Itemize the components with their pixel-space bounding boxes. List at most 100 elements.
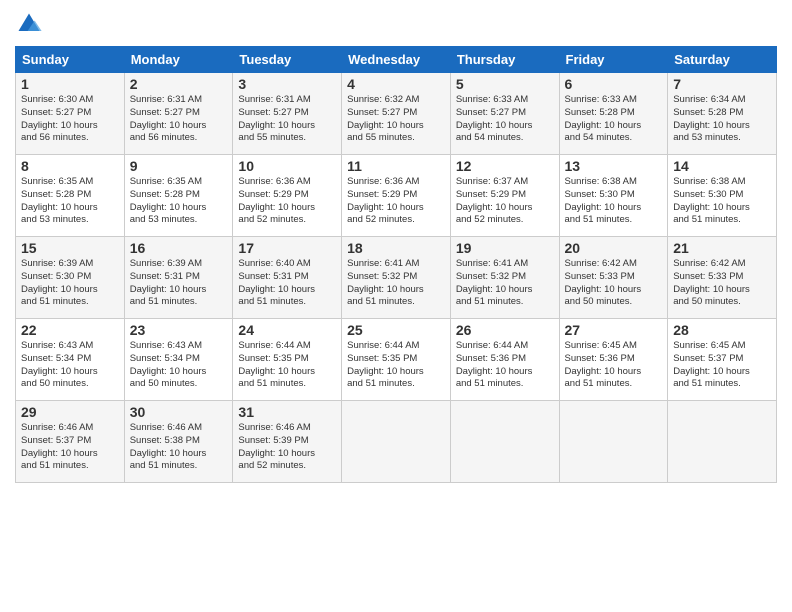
- cell-text: Sunrise: 6:36 AMSunset: 5:29 PMDaylight:…: [347, 176, 445, 227]
- cell-text: Sunrise: 6:41 AMSunset: 5:32 PMDaylight:…: [347, 258, 445, 309]
- calendar-table: SundayMondayTuesdayWednesdayThursdayFrid…: [15, 46, 777, 483]
- cell-text: Sunrise: 6:30 AMSunset: 5:27 PMDaylight:…: [21, 94, 119, 145]
- col-header-friday: Friday: [559, 47, 668, 73]
- cell-text: Sunrise: 6:44 AMSunset: 5:35 PMDaylight:…: [238, 340, 336, 391]
- cell-text: Sunrise: 6:41 AMSunset: 5:32 PMDaylight:…: [456, 258, 554, 309]
- cell-text: Sunrise: 6:46 AMSunset: 5:37 PMDaylight:…: [21, 422, 119, 473]
- calendar-cell: [668, 401, 777, 483]
- logo: [15, 10, 47, 38]
- calendar-cell: 11 Sunrise: 6:36 AMSunset: 5:29 PMDayligh…: [342, 155, 451, 237]
- cell-text: Sunrise: 6:43 AMSunset: 5:34 PMDaylight:…: [21, 340, 119, 391]
- day-number: 11: [347, 158, 445, 174]
- day-number: 28: [673, 322, 771, 338]
- calendar-cell: 10Sunrise: 6:36 AMSunset: 5:29 PMDayligh…: [233, 155, 342, 237]
- calendar-cell: 21Sunrise: 6:42 AMSunset: 5:33 PMDayligh…: [668, 237, 777, 319]
- col-header-thursday: Thursday: [450, 47, 559, 73]
- day-number: 27: [565, 322, 663, 338]
- calendar-cell: 1Sunrise: 6:30 AMSunset: 5:27 PMDaylight…: [16, 73, 125, 155]
- calendar-cell: 6Sunrise: 6:33 AMSunset: 5:28 PMDaylight…: [559, 73, 668, 155]
- calendar-cell: 15 Sunrise: 6:39 AMSunset: 5:30 PMDayligh…: [16, 237, 125, 319]
- cell-text: Sunrise: 6:36 AMSunset: 5:29 PMDaylight:…: [238, 176, 336, 227]
- day-number: 23: [130, 322, 228, 338]
- cell-text: Sunrise: 6:38 AMSunset: 5:30 PMDaylight:…: [565, 176, 663, 227]
- calendar-cell: 13 Sunrise: 6:38 AMSunset: 5:30 PMDayligh…: [559, 155, 668, 237]
- calendar-cell: 4Sunrise: 6:32 AMSunset: 5:27 PMDaylight…: [342, 73, 451, 155]
- col-header-sunday: Sunday: [16, 47, 125, 73]
- calendar-cell: 20 Sunrise: 6:42 AMSunset: 5:33 PMDayligh…: [559, 237, 668, 319]
- calendar-cell: 24 Sunrise: 6:44 AMSunset: 5:35 PMDayligh…: [233, 319, 342, 401]
- col-header-saturday: Saturday: [668, 47, 777, 73]
- page-container: SundayMondayTuesdayWednesdayThursdayFrid…: [0, 0, 792, 493]
- cell-text: Sunrise: 6:44 AMSunset: 5:35 PMDaylight:…: [347, 340, 445, 391]
- day-number: 7: [673, 76, 771, 92]
- cell-text: Sunrise: 6:31 AMSunset: 5:27 PMDaylight:…: [130, 94, 228, 145]
- cell-text: Sunrise: 6:44 AMSunset: 5:36 PMDaylight:…: [456, 340, 554, 391]
- calendar-cell: 31 Sunrise: 6:46 AMSunset: 5:39 PMDayligh…: [233, 401, 342, 483]
- calendar-cell: 7 Sunrise: 6:34 AMSunset: 5:28 PMDaylight…: [668, 73, 777, 155]
- day-number: 15: [21, 240, 119, 256]
- day-number: 6: [565, 76, 663, 92]
- day-number: 8: [21, 158, 119, 174]
- day-number: 30: [130, 404, 228, 420]
- cell-text: Sunrise: 6:38 AMSunset: 5:30 PMDaylight:…: [673, 176, 771, 227]
- cell-text: Sunrise: 6:46 AMSunset: 5:39 PMDaylight:…: [238, 422, 336, 473]
- cell-text: Sunrise: 6:33 AMSunset: 5:27 PMDaylight:…: [456, 94, 554, 145]
- calendar-cell: 5Sunrise: 6:33 AMSunset: 5:27 PMDaylight…: [450, 73, 559, 155]
- cell-text: Sunrise: 6:37 AMSunset: 5:29 PMDaylight:…: [456, 176, 554, 227]
- week-row-3: 15 Sunrise: 6:39 AMSunset: 5:30 PMDayligh…: [16, 237, 777, 319]
- day-number: 29: [21, 404, 119, 420]
- cell-text: Sunrise: 6:42 AMSunset: 5:33 PMDaylight:…: [673, 258, 771, 309]
- day-number: 31: [238, 404, 336, 420]
- day-number: 14: [673, 158, 771, 174]
- day-number: 22: [21, 322, 119, 338]
- day-number: 18: [347, 240, 445, 256]
- logo-icon: [15, 10, 43, 38]
- cell-text: Sunrise: 6:34 AMSunset: 5:28 PMDaylight:…: [673, 94, 771, 145]
- day-number: 17: [238, 240, 336, 256]
- calendar-cell: 14 Sunrise: 6:38 AMSunset: 5:30 PMDayligh…: [668, 155, 777, 237]
- week-row-4: 22 Sunrise: 6:43 AMSunset: 5:34 PMDayligh…: [16, 319, 777, 401]
- calendar-cell: 28 Sunrise: 6:45 AMSunset: 5:37 PMDayligh…: [668, 319, 777, 401]
- day-number: 19: [456, 240, 554, 256]
- cell-text: Sunrise: 6:32 AMSunset: 5:27 PMDaylight:…: [347, 94, 445, 145]
- calendar-cell: 30 Sunrise: 6:46 AMSunset: 5:38 PMDayligh…: [124, 401, 233, 483]
- week-row-1: 1Sunrise: 6:30 AMSunset: 5:27 PMDaylight…: [16, 73, 777, 155]
- calendar-cell: 2 Sunrise: 6:31 AMSunset: 5:27 PMDaylight…: [124, 73, 233, 155]
- cell-text: Sunrise: 6:45 AMSunset: 5:36 PMDaylight:…: [565, 340, 663, 391]
- day-number: 12: [456, 158, 554, 174]
- day-number: 26: [456, 322, 554, 338]
- calendar-cell: 26 Sunrise: 6:44 AMSunset: 5:36 PMDayligh…: [450, 319, 559, 401]
- calendar-cell: 27 Sunrise: 6:45 AMSunset: 5:36 PMDayligh…: [559, 319, 668, 401]
- calendar-cell: 17 Sunrise: 6:40 AMSunset: 5:31 PMDayligh…: [233, 237, 342, 319]
- day-number: 25: [347, 322, 445, 338]
- calendar-cell: [342, 401, 451, 483]
- calendar-cell: 9Sunrise: 6:35 AMSunset: 5:28 PMDaylight…: [124, 155, 233, 237]
- calendar-cell: 23Sunrise: 6:43 AMSunset: 5:34 PMDayligh…: [124, 319, 233, 401]
- calendar-cell: 12 Sunrise: 6:37 AMSunset: 5:29 PMDayligh…: [450, 155, 559, 237]
- week-row-5: 29 Sunrise: 6:46 AMSunset: 5:37 PMDayligh…: [16, 401, 777, 483]
- day-number: 16: [130, 240, 228, 256]
- cell-text: Sunrise: 6:35 AMSunset: 5:28 PMDaylight:…: [130, 176, 228, 227]
- calendar-cell: 16Sunrise: 6:39 AMSunset: 5:31 PMDayligh…: [124, 237, 233, 319]
- header-row: SundayMondayTuesdayWednesdayThursdayFrid…: [16, 47, 777, 73]
- calendar-cell: 3Sunrise: 6:31 AMSunset: 5:27 PMDaylight…: [233, 73, 342, 155]
- cell-text: Sunrise: 6:46 AMSunset: 5:38 PMDaylight:…: [130, 422, 228, 473]
- calendar-cell: 22 Sunrise: 6:43 AMSunset: 5:34 PMDayligh…: [16, 319, 125, 401]
- cell-text: Sunrise: 6:40 AMSunset: 5:31 PMDaylight:…: [238, 258, 336, 309]
- day-number: 13: [565, 158, 663, 174]
- col-header-wednesday: Wednesday: [342, 47, 451, 73]
- day-number: 3: [238, 76, 336, 92]
- cell-text: Sunrise: 6:35 AMSunset: 5:28 PMDaylight:…: [21, 176, 119, 227]
- day-number: 2: [130, 76, 228, 92]
- calendar-cell: 8 Sunrise: 6:35 AMSunset: 5:28 PMDaylight…: [16, 155, 125, 237]
- calendar-cell: 25 Sunrise: 6:44 AMSunset: 5:35 PMDayligh…: [342, 319, 451, 401]
- calendar-cell: 19 Sunrise: 6:41 AMSunset: 5:32 PMDayligh…: [450, 237, 559, 319]
- day-number: 24: [238, 322, 336, 338]
- day-number: 20: [565, 240, 663, 256]
- cell-text: Sunrise: 6:45 AMSunset: 5:37 PMDaylight:…: [673, 340, 771, 391]
- calendar-cell: 29 Sunrise: 6:46 AMSunset: 5:37 PMDayligh…: [16, 401, 125, 483]
- cell-text: Sunrise: 6:39 AMSunset: 5:30 PMDaylight:…: [21, 258, 119, 309]
- col-header-monday: Monday: [124, 47, 233, 73]
- cell-text: Sunrise: 6:42 AMSunset: 5:33 PMDaylight:…: [565, 258, 663, 309]
- page-header: [15, 10, 777, 38]
